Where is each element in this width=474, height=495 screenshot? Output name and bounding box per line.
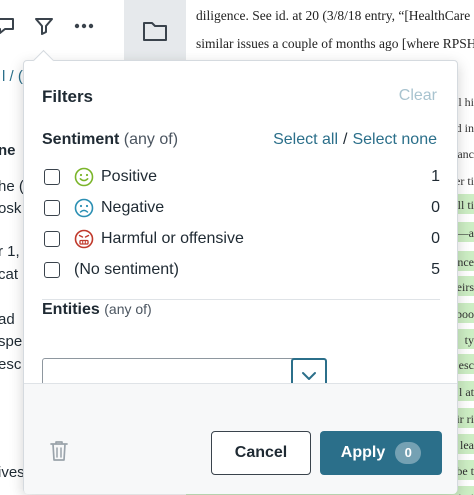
background-text-fragment: ives bbox=[0, 464, 25, 481]
checkbox[interactable] bbox=[44, 169, 60, 185]
negative-face-icon bbox=[74, 198, 94, 218]
background-text-fragment: he ( bbox=[0, 178, 24, 195]
background-text-fragment: r 1, bbox=[0, 243, 20, 260]
positive-face-icon bbox=[74, 167, 94, 187]
cancel-button-label: Cancel bbox=[234, 444, 288, 461]
comment-icon[interactable] bbox=[0, 12, 20, 40]
option-label: Harmful or offensive bbox=[101, 230, 244, 247]
background-text-fragment: spe bbox=[0, 333, 23, 350]
option-count: 0 bbox=[431, 230, 440, 247]
sentiment-option-harmful[interactable]: Harmful or offensive 0 bbox=[44, 227, 440, 251]
cancel-button[interactable]: Cancel bbox=[211, 431, 311, 475]
clear-filters-link[interactable]: Clear bbox=[399, 87, 437, 105]
doc-text-fragment: d in bbox=[455, 121, 474, 135]
doc-text-fragment: eirs bbox=[456, 280, 474, 294]
doc-text-fragment: be t bbox=[456, 464, 474, 478]
sentiment-option-negative[interactable]: Negative 0 bbox=[44, 196, 440, 220]
section-divider bbox=[42, 299, 440, 300]
doc-text-fragment: l at bbox=[459, 385, 474, 399]
filters-popover: Filters Clear Sentiment (any of) Select … bbox=[23, 49, 458, 494]
option-label: Negative bbox=[101, 199, 165, 216]
background-text-fragment: osk bbox=[0, 200, 22, 217]
filter-icon[interactable] bbox=[30, 12, 58, 40]
sentiment-option-none[interactable]: (No sentiment) 5 bbox=[44, 258, 440, 282]
trash-icon[interactable] bbox=[48, 439, 70, 463]
filters-title: Filters bbox=[42, 87, 94, 106]
folder-icon bbox=[143, 22, 167, 41]
option-label: Positive bbox=[101, 168, 158, 185]
apply-button-label: Apply bbox=[340, 444, 386, 461]
folder-button[interactable] bbox=[124, 0, 186, 62]
select-separator: / bbox=[343, 131, 348, 148]
doc-text-fragment: —a bbox=[456, 226, 474, 240]
chevron-down-icon bbox=[302, 372, 316, 380]
popover-footer: Cancel Apply 0 bbox=[24, 383, 457, 494]
more-options-icon[interactable] bbox=[70, 12, 98, 40]
apply-button[interactable]: Apply 0 bbox=[320, 431, 442, 475]
sentiment-qualifier: (any of) bbox=[123, 131, 179, 148]
option-count: 5 bbox=[431, 261, 440, 278]
doc-text-fragment: esc bbox=[458, 358, 474, 372]
checkbox[interactable] bbox=[44, 262, 60, 278]
option-count: 1 bbox=[431, 168, 440, 185]
select-all-link[interactable]: Select all bbox=[273, 131, 338, 148]
doc-text-fragment: to t bbox=[458, 490, 474, 495]
checkbox[interactable] bbox=[44, 200, 60, 216]
checkbox[interactable] bbox=[44, 231, 60, 247]
option-count: 0 bbox=[431, 199, 440, 216]
doc-text-fragment: ir ri bbox=[456, 412, 474, 426]
background-text-fragment: ad bbox=[0, 311, 15, 328]
entities-qualifier: (any of) bbox=[104, 301, 152, 317]
sentiment-section-label: Sentiment (any of) bbox=[42, 131, 178, 149]
doc-text-fragment: boo bbox=[456, 307, 474, 321]
sentiment-label: Sentiment bbox=[42, 131, 120, 148]
doc-text-fragment: ll ti bbox=[457, 198, 474, 212]
harmful-face-icon bbox=[74, 229, 94, 249]
option-label: (No sentiment) bbox=[74, 261, 179, 278]
entities-label: Entities bbox=[42, 301, 100, 318]
doc-text-fragment: lea bbox=[460, 438, 474, 452]
background-text-fragment: cat bbox=[0, 266, 19, 283]
doc-text-fragment: ty bbox=[464, 333, 474, 347]
doc-line: similar issues a couple of months ago [w… bbox=[196, 36, 474, 51]
select-none-link[interactable]: Select none bbox=[352, 131, 437, 148]
sentiment-option-positive[interactable]: Positive 1 bbox=[44, 165, 440, 189]
background-text-fragment: ne bbox=[0, 142, 16, 159]
background-text-fragment: l / ( bbox=[2, 68, 23, 85]
background-text-fragment: esc bbox=[0, 356, 22, 373]
apply-count-badge: 0 bbox=[395, 442, 422, 464]
doc-line: diligence. See id. at 20 (3/8/18 entry, … bbox=[196, 8, 474, 23]
sentiment-select-links: Select all / Select none bbox=[273, 131, 437, 149]
entities-label-row: Entities (any of) bbox=[42, 301, 152, 319]
